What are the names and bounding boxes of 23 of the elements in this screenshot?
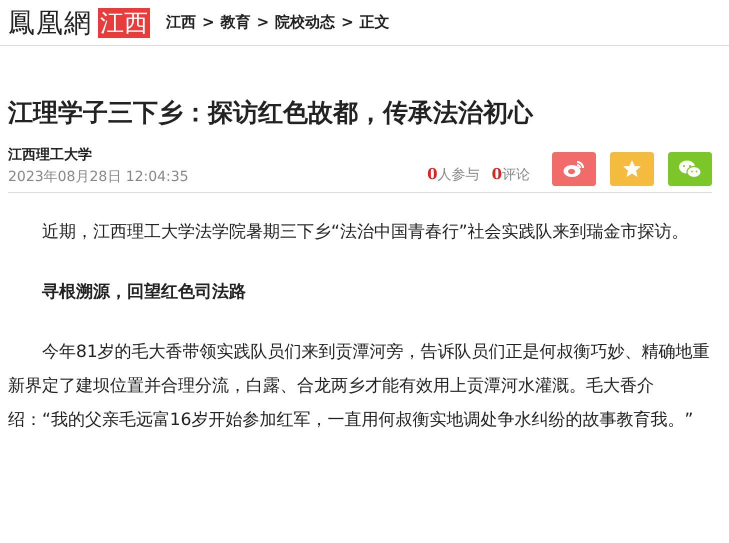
paragraph: 近期，江西理工大学法学院暑期三下乡“法治中国青春行”社会实践队来到瑞金市探访。 xyxy=(41,221,690,244)
favorite-button[interactable] xyxy=(610,152,654,186)
breadcrumb-link[interactable]: 正文 xyxy=(360,13,390,32)
paragraph: 今年81岁的毛大香带领实践队员们来到贡潭河旁，告诉队员们正是何叔衡巧妙、精确地重新界定了建坝位置并合理分流，白露、合龙两乡才能有效用上贡潭河水灌溉。毛大香介绍：“我的父亲毛远富16岁开始参加红军，一直用何叔衡实地调处争水纠纷的故事教育我。” xyxy=(8,341,711,432)
stat-count: 0评论 xyxy=(492,165,530,184)
author-name: 江西理工大学 xyxy=(8,146,93,164)
article-title: 江理学子三下乡：探访红色故都，传承法治初心 xyxy=(8,97,534,129)
weibo-share-button[interactable] xyxy=(552,152,596,186)
breadcrumb-link[interactable]: 院校动态 xyxy=(275,13,336,32)
breadcrumb-separator: > xyxy=(256,13,270,32)
site-logo[interactable]: 鳳凰網 xyxy=(8,4,92,40)
publish-date: 2023年08月28日 12:04:35 xyxy=(8,168,190,186)
star-icon xyxy=(622,159,642,179)
wechat-icon xyxy=(678,159,702,179)
stat-count: 0人参与 xyxy=(427,165,480,184)
weibo-icon xyxy=(563,160,585,178)
region-badge[interactable]: 江西 xyxy=(98,8,150,38)
section-heading: 寻根溯源，回望红色司法路 xyxy=(41,281,247,304)
breadcrumb-separator: > xyxy=(341,13,354,32)
wechat-share-button[interactable] xyxy=(668,152,712,186)
breadcrumb-separator: > xyxy=(202,13,215,32)
breadcrumb-link[interactable]: 江西 xyxy=(166,13,196,32)
breadcrumb-link[interactable]: 教育 xyxy=(220,13,251,32)
